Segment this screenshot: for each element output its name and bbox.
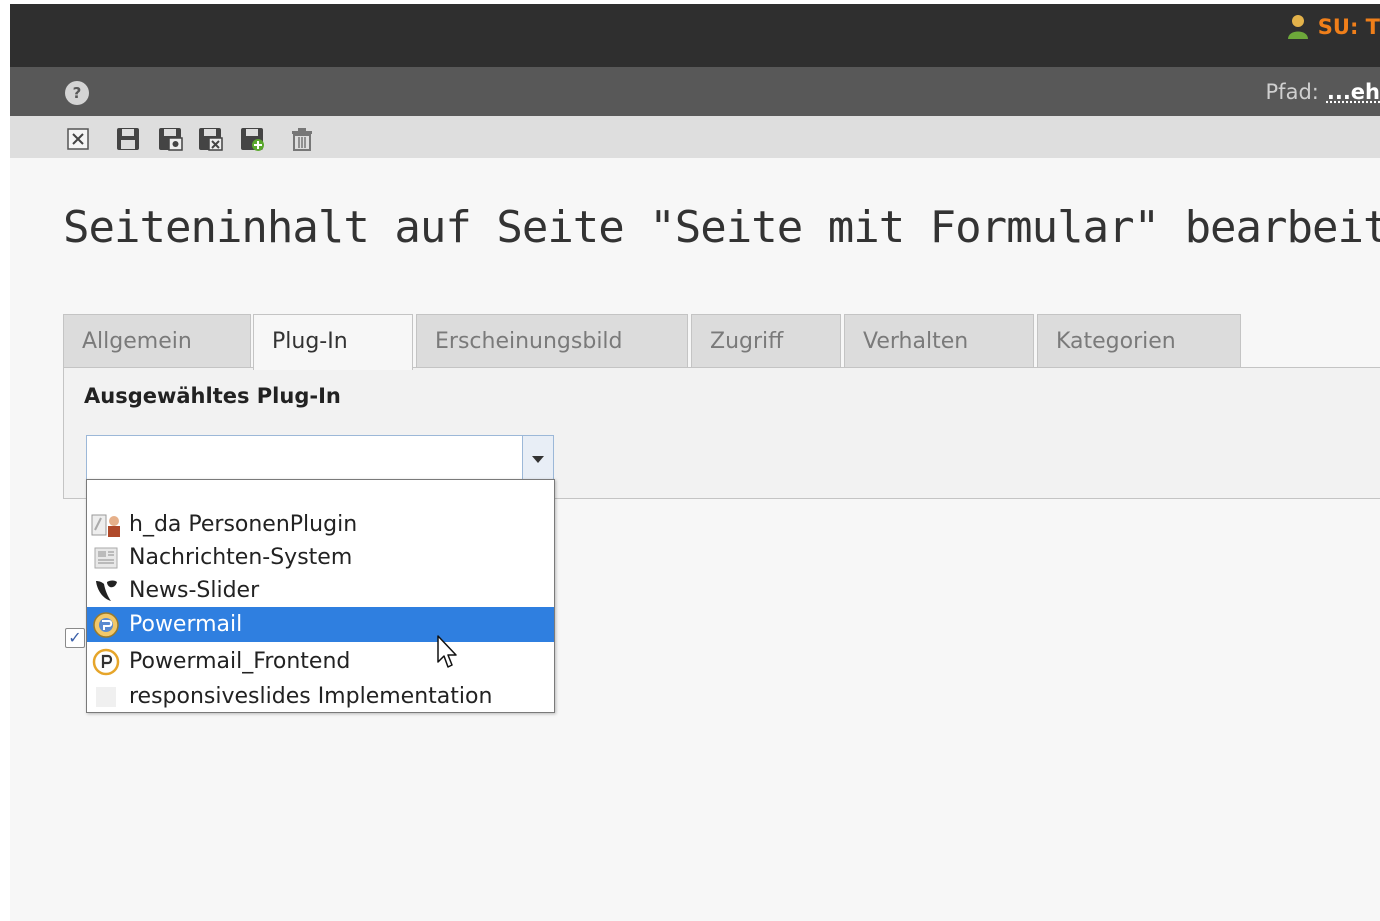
tab-verhalten[interactable]: Verhalten bbox=[844, 314, 1034, 367]
plugin-select[interactable] bbox=[86, 435, 554, 481]
option-label: h_da PersonenPlugin bbox=[129, 512, 358, 537]
option-powermail[interactable]: Powermail bbox=[87, 607, 554, 642]
tab-allgemein[interactable]: Allgemein bbox=[63, 314, 251, 367]
breadcrumb: Pfad: ...eh bbox=[1266, 80, 1380, 104]
path-link[interactable]: ...eh bbox=[1327, 80, 1380, 104]
button-bar bbox=[10, 116, 1380, 158]
path-label: Pfad: bbox=[1265, 80, 1319, 104]
selected-plugin-label: Ausgewähltes Plug-In bbox=[84, 384, 341, 408]
option-label: Nachrichten-System bbox=[129, 545, 353, 570]
checkbox[interactable]: ✓ bbox=[65, 628, 85, 648]
option-news-slider[interactable]: News-Slider bbox=[87, 573, 554, 608]
doc-header: ? Pfad: ...eh bbox=[10, 67, 1380, 116]
powermail-icon bbox=[91, 611, 121, 639]
user-label: SU: T bbox=[1317, 15, 1380, 39]
news-system-icon bbox=[91, 544, 121, 572]
option-label: responsiveslides Implementation bbox=[129, 684, 493, 709]
option-responsiveslides[interactable]: responsiveslides Implementation bbox=[87, 679, 554, 714]
save-close-icon[interactable] bbox=[196, 125, 224, 153]
option-label: Powermail bbox=[129, 612, 243, 637]
save-view-icon[interactable] bbox=[156, 125, 184, 153]
typo3-icon bbox=[91, 577, 121, 605]
page-title: Seiteninhalt auf Seite "Seite mit Formul… bbox=[63, 202, 1380, 253]
tab-plug-in[interactable]: Plug-In bbox=[253, 314, 413, 370]
mouse-cursor-icon bbox=[437, 635, 457, 668]
option-h-da-personenplugin[interactable]: h_da PersonenPlugin bbox=[87, 507, 554, 542]
delete-icon[interactable] bbox=[288, 125, 316, 153]
blank-plugin-icon bbox=[91, 683, 121, 711]
plugin-dropdown-list[interactable]: h_da PersonenPlugin Nachrichten-System N… bbox=[86, 479, 555, 713]
top-bar: SU: T bbox=[10, 4, 1380, 67]
close-icon[interactable] bbox=[64, 125, 92, 153]
backend-frame: SU: T ? Pfad: ...eh Seiteninhalt auf Seit… bbox=[10, 4, 1380, 921]
powermail-frontend-icon bbox=[91, 648, 121, 676]
save-new-icon[interactable] bbox=[238, 125, 266, 153]
user-icon bbox=[1287, 15, 1308, 39]
person-plugin-icon bbox=[91, 511, 121, 539]
switch-user-indicator[interactable]: SU: T bbox=[1286, 14, 1380, 40]
chevron-down-icon[interactable] bbox=[522, 436, 553, 480]
option-nachrichten-system[interactable]: Nachrichten-System bbox=[87, 540, 554, 575]
option-powermail-frontend[interactable]: Powermail_Frontend bbox=[87, 644, 554, 679]
save-icon[interactable] bbox=[114, 125, 142, 153]
option-label: News-Slider bbox=[129, 578, 260, 603]
tab-kategorien[interactable]: Kategorien bbox=[1037, 314, 1241, 367]
tab-zugriff[interactable]: Zugriff bbox=[691, 314, 841, 367]
help-icon[interactable]: ? bbox=[65, 81, 89, 105]
tab-erscheinungsbild[interactable]: Erscheinungsbild bbox=[416, 314, 688, 367]
option-label: Powermail_Frontend bbox=[129, 649, 351, 674]
